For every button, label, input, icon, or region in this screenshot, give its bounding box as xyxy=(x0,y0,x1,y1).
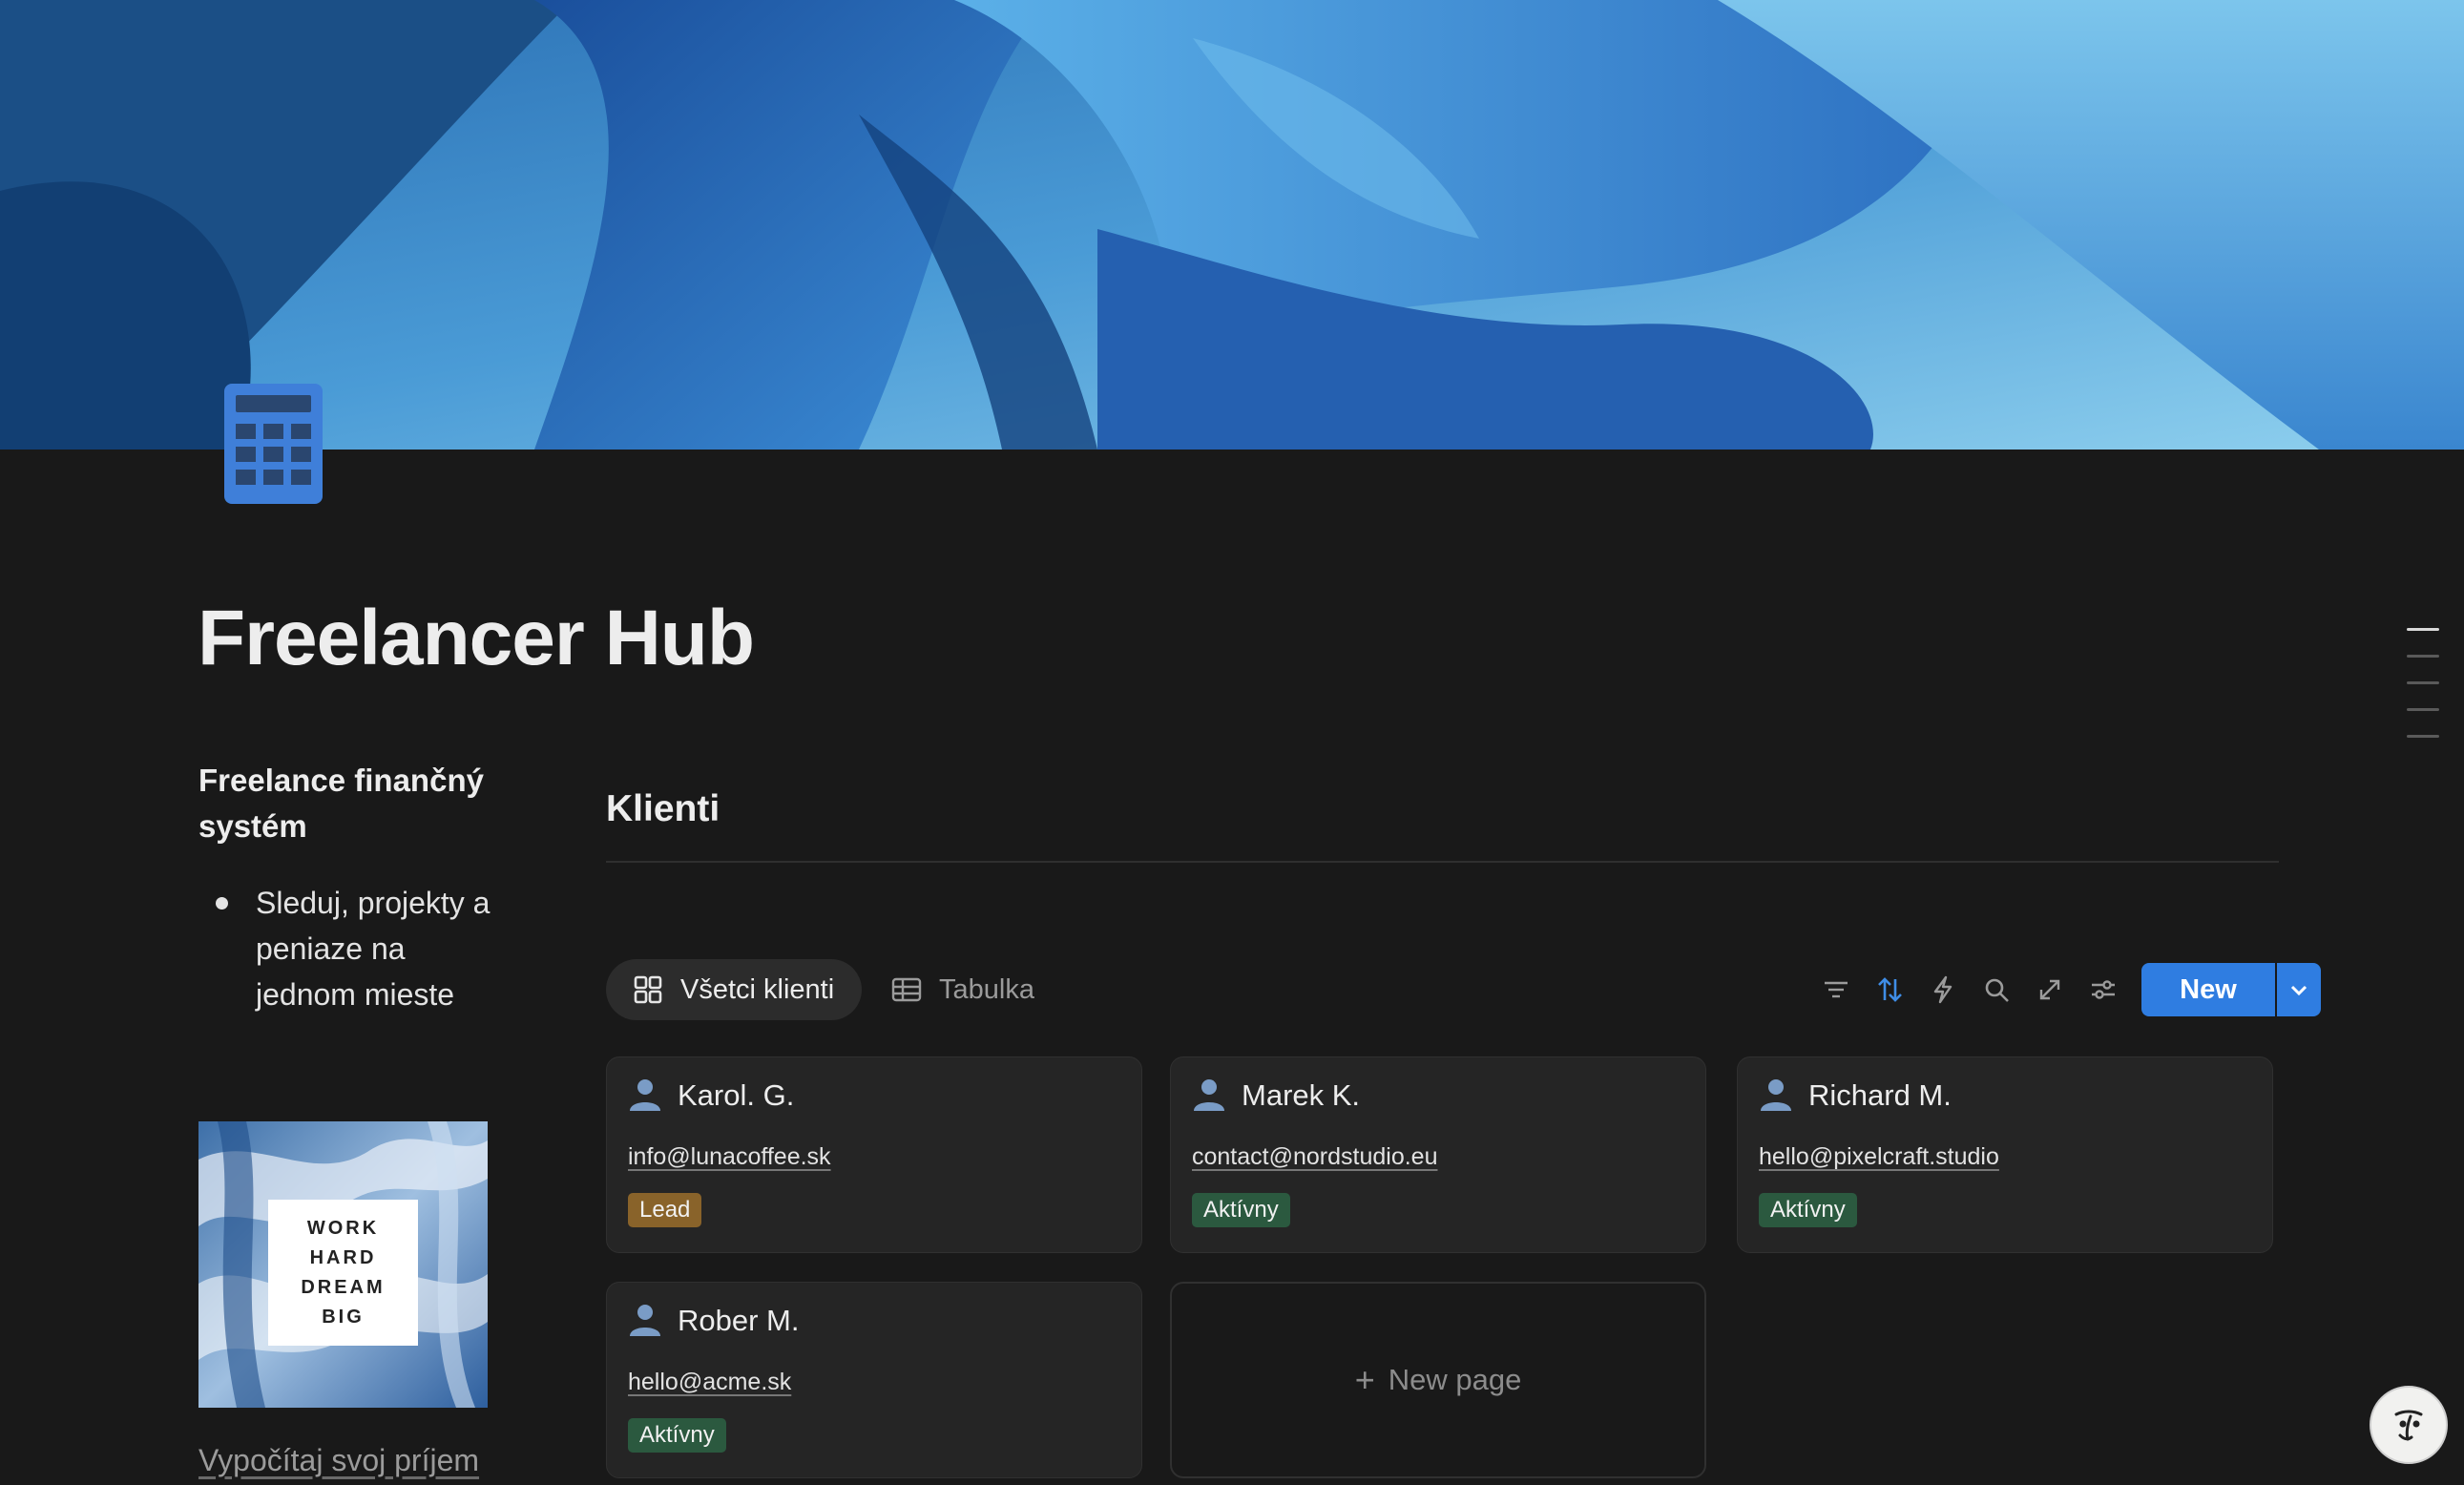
status-badge: Aktívny xyxy=(628,1418,726,1453)
gallery-icon xyxy=(634,975,662,1004)
help-button[interactable] xyxy=(2370,1386,2448,1464)
sidebar-bullet-text: Sleduj, projekty a peniaze na jednom mie… xyxy=(256,886,491,1012)
person-icon xyxy=(1194,1079,1224,1111)
bullet-dot xyxy=(216,897,228,910)
search-icon[interactable] xyxy=(1977,971,2015,1009)
tab-tabulka[interactable]: Tabulka xyxy=(887,959,1078,1020)
client-card[interactable]: Rober M. hello@acme.sk Aktívny xyxy=(606,1282,1142,1478)
tab-label: Všetci klienti xyxy=(680,973,835,1005)
new-dropdown-button[interactable] xyxy=(2277,963,2321,1016)
divider xyxy=(606,861,2279,863)
page-title: Freelancer Hub xyxy=(198,595,755,681)
client-name: Rober M. xyxy=(678,1304,800,1337)
status-badge: Aktívny xyxy=(1192,1193,1290,1227)
sidebar-heading: Freelance finančný systém xyxy=(198,763,484,844)
tab-label: Tabulka xyxy=(939,973,1034,1005)
new-button[interactable]: New xyxy=(2141,963,2275,1016)
client-name: Richard M. xyxy=(1808,1078,1952,1112)
settings-icon[interactable] xyxy=(2084,971,2122,1009)
new-page-button[interactable]: + New page xyxy=(1170,1282,1706,1478)
filter-icon[interactable] xyxy=(1817,971,1855,1009)
calculator-icon[interactable] xyxy=(222,382,324,506)
tab-vsetci-klienti[interactable]: Všetci klienti xyxy=(606,959,862,1020)
client-name: Karol. G. xyxy=(678,1078,795,1112)
client-email[interactable]: contact@nordstudio.eu xyxy=(1192,1143,1437,1171)
image-word: HARD xyxy=(309,1246,377,1268)
toc-line[interactable] xyxy=(2407,708,2439,711)
client-card[interactable]: Marek K. contact@nordstudio.eu Aktívny xyxy=(1170,1056,1706,1253)
toc-line[interactable] xyxy=(2407,655,2439,658)
expand-icon[interactable] xyxy=(2031,971,2069,1009)
table-icon xyxy=(891,977,922,1002)
client-card[interactable]: Richard M. hello@pixelcraft.studio Aktív… xyxy=(1737,1056,2273,1253)
client-name: Marek K. xyxy=(1242,1078,1361,1112)
client-card[interactable]: Karol. G. info@lunacoffee.sk Lead xyxy=(606,1056,1142,1253)
sort-icon[interactable] xyxy=(1870,971,1909,1009)
new-page-label: New page xyxy=(1388,1363,1522,1396)
cover-image xyxy=(0,0,2464,450)
notion-ai-face-icon xyxy=(2394,1410,2423,1441)
person-icon xyxy=(1761,1079,1791,1111)
database-title[interactable]: Klienti xyxy=(606,788,720,830)
toc-line[interactable] xyxy=(2407,735,2439,738)
client-email[interactable]: hello@acme.sk xyxy=(628,1369,791,1396)
income-calculator-link[interactable]: Vypočítaj svoj príjem xyxy=(198,1443,479,1478)
motivation-image: WORK HARD DREAM BIG xyxy=(198,1121,488,1408)
toc-line[interactable] xyxy=(2407,628,2439,631)
client-email[interactable]: info@lunacoffee.sk xyxy=(628,1143,831,1171)
person-icon xyxy=(630,1079,660,1111)
status-badge: Aktívny xyxy=(1759,1193,1857,1227)
automation-icon[interactable] xyxy=(1924,971,1962,1009)
client-email[interactable]: hello@pixelcraft.studio xyxy=(1759,1143,1999,1171)
table-of-contents[interactable] xyxy=(2407,628,2439,762)
plus-icon: + xyxy=(1354,1360,1375,1399)
person-icon xyxy=(630,1305,660,1336)
chevron-down-icon xyxy=(2290,985,2307,996)
status-badge: Lead xyxy=(628,1193,702,1227)
image-word: BIG xyxy=(322,1306,365,1328)
image-word: DREAM xyxy=(301,1276,386,1298)
toc-line[interactable] xyxy=(2407,681,2439,684)
image-word: WORK xyxy=(306,1217,380,1239)
